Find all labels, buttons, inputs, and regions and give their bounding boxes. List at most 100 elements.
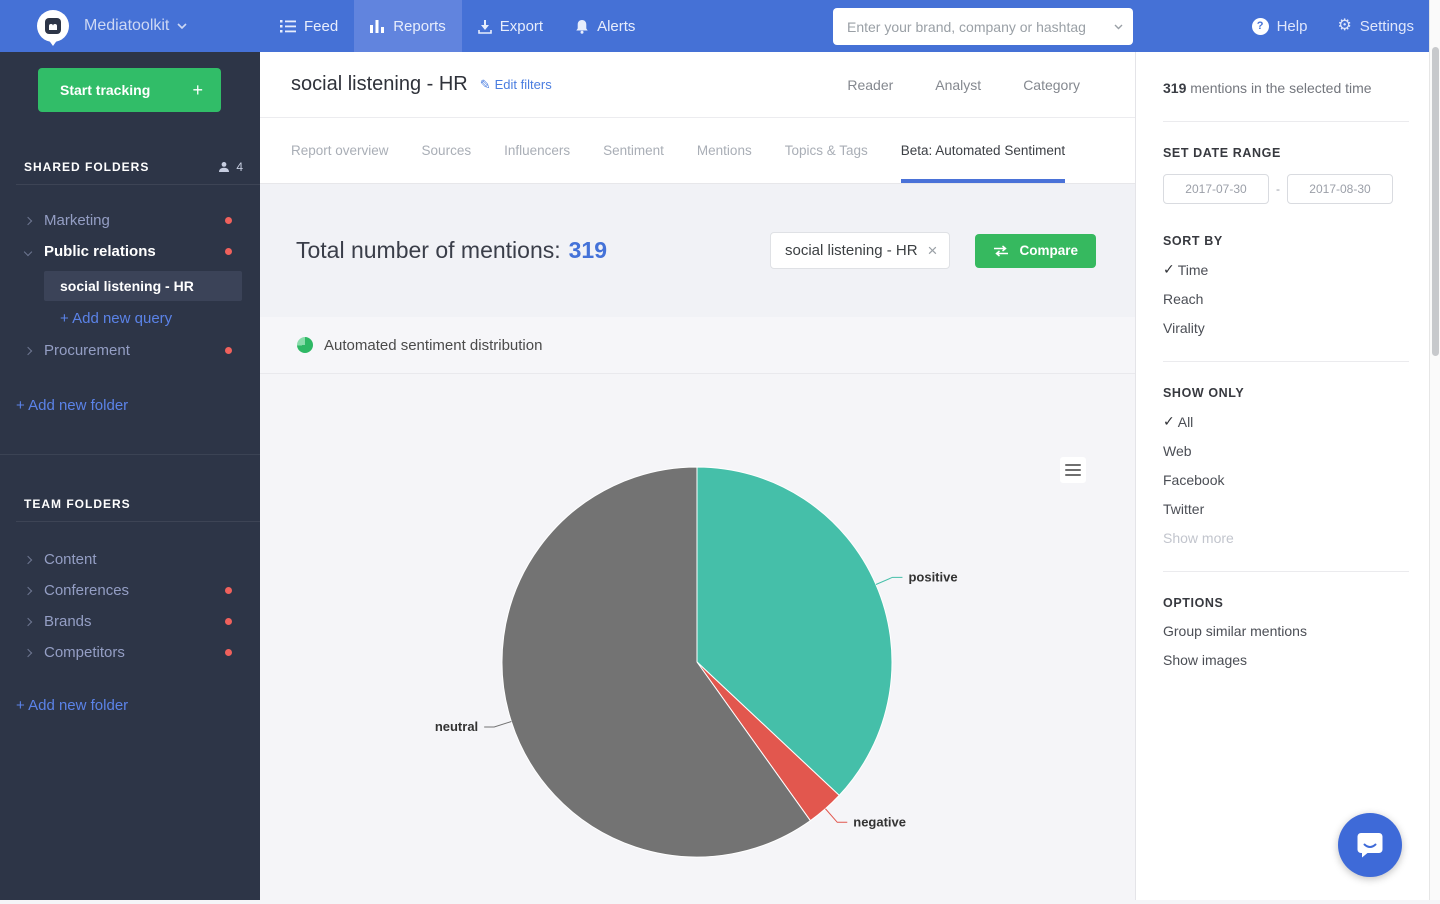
page-scrollbar-thumb[interactable]	[1432, 47, 1439, 356]
unread-dot	[225, 347, 232, 354]
divider	[1163, 361, 1409, 362]
sidebar-item-public-relations[interactable]: Public relations	[0, 236, 260, 267]
show-option-all[interactable]: ✓All	[1163, 413, 1429, 430]
nav-alerts[interactable]: Alerts	[559, 0, 651, 52]
search-input[interactable]	[833, 19, 1133, 35]
tab-report-overview[interactable]: Report overview	[291, 118, 389, 183]
query-chip: social listening - HR ×	[770, 232, 950, 269]
show-option-web[interactable]: Web	[1163, 443, 1429, 459]
options-header: OPTIONS	[1163, 596, 1429, 610]
compare-button[interactable]: Compare	[975, 234, 1096, 268]
nav-feed[interactable]: Feed	[264, 0, 354, 52]
option-group-similar[interactable]: Group similar mentions	[1163, 623, 1429, 639]
page-scrollbar-track	[1429, 0, 1440, 900]
mode-category[interactable]: Category	[1023, 77, 1080, 93]
plus-icon: +	[192, 80, 203, 101]
edit-filters-link[interactable]: ✎ Edit filters	[480, 77, 552, 93]
sort-option-reach[interactable]: Reach	[1163, 291, 1429, 307]
add-new-folder-link-2[interactable]: + Add new folder	[0, 690, 260, 721]
option-show-images[interactable]: Show images	[1163, 652, 1429, 668]
chevron-down-icon	[24, 247, 32, 255]
help-label: Help	[1277, 18, 1308, 35]
nav-reports[interactable]: Reports	[354, 0, 462, 52]
sidebar-item-procurement[interactable]: Procurement	[0, 335, 260, 366]
chat-launcher-button[interactable]	[1338, 813, 1402, 877]
left-sidebar: Start tracking + SHARED FOLDERS 4 Market…	[0, 52, 260, 900]
close-icon[interactable]: ×	[928, 242, 938, 259]
date-from-input[interactable]	[1163, 174, 1269, 204]
bar-chart-icon	[370, 19, 385, 33]
total-mentions: Total number of mentions:319	[296, 237, 607, 264]
nav-export[interactable]: Export	[462, 0, 559, 52]
sort-option-time[interactable]: ✓Time	[1163, 261, 1429, 278]
sidebar-query-social-listening-hr[interactable]: social listening - HR	[44, 271, 242, 301]
tab-topics-tags[interactable]: Topics & Tags	[785, 118, 868, 183]
sidebar-item-competitors[interactable]: Competitors	[0, 637, 260, 668]
main-content: social listening - HR ✎ Edit filters Rea…	[260, 52, 1135, 900]
divider	[1163, 571, 1409, 572]
tab-influencers[interactable]: Influencers	[504, 118, 570, 183]
sentiment-chart-panel: positivenegativeneutral	[260, 374, 1135, 899]
help-button[interactable]: ? Help	[1252, 18, 1308, 35]
tab-sources[interactable]: Sources	[422, 118, 472, 183]
pie-connector-neutral	[484, 722, 511, 727]
sort-by-header: SORT BY	[1163, 234, 1429, 248]
settings-label: Settings	[1360, 18, 1414, 35]
settings-button[interactable]: ⚙ Settings	[1337, 18, 1414, 35]
add-new-folder-link[interactable]: + Add new folder	[0, 390, 260, 421]
show-option-facebook[interactable]: Facebook	[1163, 472, 1429, 488]
start-tracking-label: Start tracking	[60, 82, 150, 98]
divider	[1163, 121, 1409, 122]
date-range: -	[1163, 174, 1429, 204]
tab-mentions[interactable]: Mentions	[697, 118, 752, 183]
person-icon	[218, 161, 230, 173]
pie-connector-positive	[876, 577, 903, 584]
shared-folders-count: 4	[236, 160, 244, 174]
date-to-input[interactable]	[1287, 174, 1393, 204]
gear-icon: ⚙	[1337, 18, 1351, 34]
start-tracking-button[interactable]: Start tracking +	[38, 68, 221, 112]
sort-option-virality[interactable]: Virality	[1163, 320, 1429, 336]
summary-band: Total number of mentions:319 social list…	[260, 184, 1135, 317]
top-navigation: Feed Reports Export Alerts	[264, 0, 651, 52]
mode-analyst[interactable]: Analyst	[935, 77, 981, 93]
sidebar-item-brands[interactable]: Brands	[0, 606, 260, 637]
chat-bubble-icon	[1354, 829, 1386, 861]
sidebar-item-content[interactable]: Content	[0, 544, 260, 575]
tab-beta-automated-sentiment[interactable]: Beta: Automated Sentiment	[901, 118, 1065, 183]
sentiment-pie-chart: positivenegativeneutral	[260, 374, 1135, 899]
show-option-twitter[interactable]: Twitter	[1163, 501, 1429, 517]
chevron-right-icon	[24, 346, 32, 354]
brand-search	[833, 8, 1133, 45]
page-title: social listening - HR	[291, 73, 468, 96]
pie-chart-icon	[297, 337, 313, 353]
mode-reader[interactable]: Reader	[847, 77, 893, 93]
tab-sentiment[interactable]: Sentiment	[603, 118, 664, 183]
total-mentions-value: 319	[569, 237, 607, 263]
chevron-right-icon	[24, 216, 32, 224]
chart-menu-button[interactable]	[1060, 457, 1086, 483]
swap-arrows-icon	[993, 245, 1009, 257]
bell-icon	[575, 19, 589, 34]
feed-list-icon	[280, 19, 296, 33]
chevron-down-icon	[177, 23, 187, 29]
check-icon: ✓	[1163, 413, 1175, 430]
show-more-link[interactable]: Show more	[1163, 530, 1429, 546]
pie-label-positive: positive	[908, 569, 957, 584]
chart-section-header: Automated sentiment distribution	[260, 317, 1135, 374]
brand-group[interactable]: Mediatoolkit	[36, 0, 187, 52]
unread-dot	[225, 248, 232, 255]
chevron-down-icon[interactable]	[1114, 24, 1123, 30]
nav-export-label: Export	[500, 18, 543, 35]
pie-connector-negative	[825, 809, 847, 823]
sidebar-item-conferences[interactable]: Conferences	[0, 575, 260, 606]
nav-reports-label: Reports	[393, 18, 446, 35]
set-date-range-header: SET DATE RANGE	[1163, 146, 1429, 160]
unread-dot	[225, 649, 232, 656]
nav-alerts-label: Alerts	[597, 18, 635, 35]
pie-label-neutral: neutral	[435, 719, 478, 734]
question-mark-icon: ?	[1252, 18, 1269, 35]
add-new-query-link[interactable]: + Add new query	[0, 301, 260, 335]
chevron-right-icon	[24, 648, 32, 656]
sidebar-item-marketing[interactable]: Marketing	[0, 205, 260, 236]
